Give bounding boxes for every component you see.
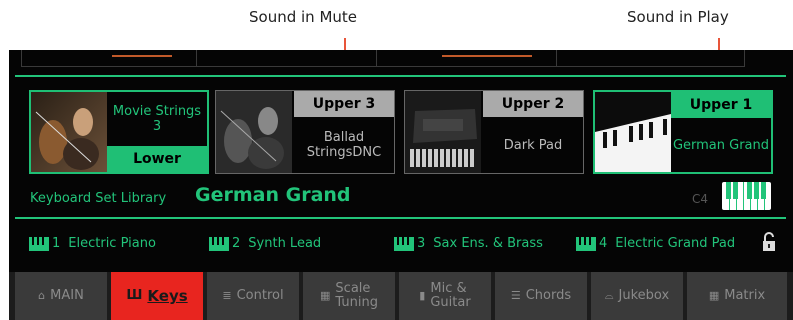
tab-mic-guitar-label: Mic & Guitar bbox=[430, 281, 471, 310]
keyboard-icon[interactable] bbox=[722, 182, 771, 210]
keyboard-display: Lower Movie Strings 3 Upper 3 Ballad Str… bbox=[9, 50, 793, 320]
keyboard-set-library-label[interactable]: Keyboard Set Library bbox=[30, 191, 166, 206]
keyboard-set-name: Sax Ens. & Brass bbox=[433, 236, 543, 251]
keyboard-set-slot-3[interactable]: 3 Sax Ens. & Brass bbox=[394, 236, 543, 251]
keyboard-set-name: Electric Piano bbox=[68, 236, 156, 251]
tab-scale-tuning-label: Scale Tuning bbox=[335, 281, 378, 310]
tab-control[interactable]: ≣ Control bbox=[207, 272, 299, 320]
grid-icon: ▦ bbox=[708, 289, 720, 302]
keyboard-set-icon bbox=[394, 236, 414, 251]
home-icon: ⌂ bbox=[38, 289, 46, 302]
tab-keys-label: Keys bbox=[147, 287, 188, 305]
sound-in-mute-callout: Sound in Mute bbox=[249, 8, 358, 26]
mic-icon: ▮ bbox=[419, 289, 426, 302]
tab-matrix-label: Matrix bbox=[724, 288, 766, 303]
sound-slot-upper1[interactable]: Upper 1 German Grand bbox=[593, 90, 773, 174]
keyboard-set-icon bbox=[576, 236, 596, 251]
sound-image-strings-dim bbox=[216, 91, 292, 173]
keyboard-set-current-name[interactable]: German Grand bbox=[195, 184, 351, 206]
top-strip bbox=[21, 50, 745, 67]
keyboard-set-number: 2 bbox=[232, 236, 241, 251]
sound-slot-upper2-name: Dark Pad bbox=[503, 137, 563, 153]
tab-jukebox[interactable]: ⌓ Jukebox bbox=[591, 272, 683, 320]
keyboard-set-slot-2[interactable]: 2 Synth Lead bbox=[209, 236, 321, 251]
keyboard-icon: Ш bbox=[126, 288, 143, 303]
keyboard-set-number: 3 bbox=[417, 236, 426, 251]
sound-slot-lower[interactable]: Lower Movie Strings 3 bbox=[29, 90, 209, 174]
sliders-icon: ≣ bbox=[222, 289, 232, 302]
keyboard-set-slot-1[interactable]: 1 Electric Piano bbox=[29, 236, 156, 251]
sound-slot-upper3-tag: Upper 3 bbox=[294, 91, 394, 117]
tab-keys[interactable]: Ш Keys bbox=[111, 272, 203, 320]
tab-chords[interactable]: ☰ Chords bbox=[495, 272, 587, 320]
sound-slot-upper2-tag: Upper 2 bbox=[483, 91, 583, 117]
sound-slot-lower-name: Movie Strings 3 bbox=[112, 104, 202, 134]
jukebox-icon: ⌓ bbox=[604, 289, 614, 302]
sound-slot-upper2[interactable]: Upper 2 Dark Pad bbox=[404, 90, 584, 174]
keyboard-set-icon bbox=[209, 236, 229, 251]
sound-slot-upper1-tag: Upper 1 bbox=[671, 92, 771, 118]
tab-jukebox-label: Jukebox bbox=[618, 288, 670, 303]
tab-mic-guitar[interactable]: ▮ Mic & Guitar bbox=[399, 272, 491, 320]
divider-middle bbox=[15, 217, 786, 219]
sound-slot-upper1-name: German Grand bbox=[672, 137, 770, 153]
tab-main-label: MAIN bbox=[50, 288, 84, 303]
lock-icon[interactable] bbox=[762, 232, 776, 252]
sound-slot-upper3-name: Ballad StringsDNC bbox=[306, 130, 382, 160]
sound-slot-lower-tag: Lower bbox=[107, 146, 207, 172]
tab-main[interactable]: ⌂ MAIN bbox=[15, 272, 107, 320]
divider-top bbox=[15, 75, 786, 77]
octave-indicator: C4 bbox=[692, 192, 709, 206]
tab-matrix[interactable]: ▦ Matrix bbox=[687, 272, 787, 320]
keyboard-set-name: Synth Lead bbox=[248, 236, 322, 251]
sound-image-piano bbox=[595, 92, 671, 172]
sound-in-play-callout: Sound in Play bbox=[627, 8, 729, 26]
keyboard-set-name: Electric Grand Pad bbox=[615, 236, 736, 251]
scale-icon: ▦ bbox=[320, 289, 331, 302]
keyboard-set-number: 4 bbox=[599, 236, 608, 251]
keyboard-set-number: 1 bbox=[52, 236, 61, 251]
tab-chords-label: Chords bbox=[525, 288, 572, 303]
sound-image-synth bbox=[405, 91, 481, 173]
tab-scale-tuning[interactable]: ▦ Scale Tuning bbox=[303, 272, 395, 320]
sound-slot-upper3[interactable]: Upper 3 Ballad StringsDNC bbox=[215, 90, 395, 174]
chords-icon: ☰ bbox=[510, 289, 521, 302]
keyboard-set-icon bbox=[29, 236, 49, 251]
bottom-tab-bar: ⌂ MAIN Ш Keys ≣ Control ▦ Scale Tuning ▮ Mic … bbox=[9, 272, 793, 320]
sound-image-strings bbox=[31, 92, 107, 172]
tab-control-label: Control bbox=[236, 288, 284, 303]
keyboard-set-slot-4[interactable]: 4 Electric Grand Pad bbox=[576, 236, 735, 251]
